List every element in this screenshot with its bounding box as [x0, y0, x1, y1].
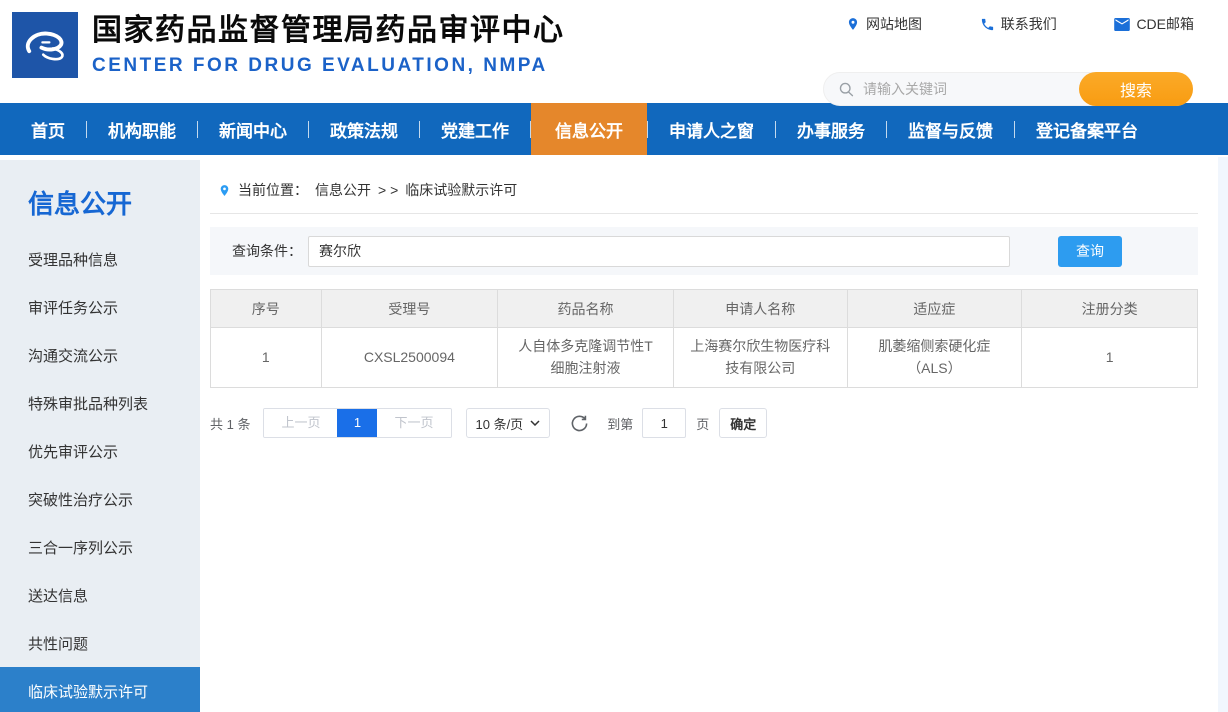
main-nav: 首页 机构职能 新闻中心 政策法规 党建工作 信息公开 申请人之窗 办事服务 监…: [0, 103, 1228, 155]
table-header-row: 序号 受理号 药品名称 申请人名称 适应症 注册分类: [210, 289, 1198, 328]
cell-serial: 1: [210, 327, 322, 388]
sidebar-item-accepted-products[interactable]: 受理品种信息: [0, 235, 200, 283]
breadcrumb-current: 临床试验默示许可: [405, 182, 518, 198]
location-pin-icon: [220, 184, 229, 196]
page-size-select[interactable]: 10 条/页: [465, 408, 551, 438]
pagination: 共 1 条 上一页 1 下一页 10 条/页 到第 页 确定: [210, 408, 1198, 438]
nav-item-services[interactable]: 办事服务: [776, 103, 886, 155]
cell-acceptance-number: CXSL2500094: [320, 327, 499, 388]
query-button[interactable]: 查询: [1058, 235, 1122, 267]
table-row: 1 CXSL2500094 人自体多克隆调节性T细胞注射液 上海赛尔欣生物医疗科…: [210, 327, 1198, 388]
breadcrumb-section[interactable]: 信息公开: [315, 180, 371, 200]
sidebar-item-delivery-info[interactable]: 送达信息: [0, 571, 200, 619]
nav-item-news[interactable]: 新闻中心: [198, 103, 308, 155]
query-label: 查询条件：: [232, 243, 302, 259]
sidebar-item-special-approval[interactable]: 特殊审批品种列表: [0, 379, 200, 427]
search-button[interactable]: 搜索: [1079, 71, 1193, 106]
sidebar-item-clinical-trial-implied-license[interactable]: 临床试验默示许可: [0, 667, 200, 712]
nav-item-policy[interactable]: 政策法规: [309, 103, 419, 155]
cell-registration-class: 1: [1021, 327, 1198, 388]
cell-drug-name: 人自体多克隆调节性T细胞注射液: [497, 327, 674, 388]
phone-icon: [981, 18, 993, 30]
quick-links: 网站地图 联系我们 CDE邮箱: [828, 14, 1198, 34]
next-page-button[interactable]: 下一页: [377, 409, 451, 437]
contact-label: 联系我们: [1000, 16, 1057, 32]
breadcrumb: 当前位置： 信息公开 > > 临床试验默示许可: [210, 180, 1198, 214]
logo-swoosh-icon: [25, 31, 64, 61]
goto-page-input[interactable]: [642, 408, 687, 438]
cell-applicant: 上海赛尔欣生物医疗科技有限公司: [672, 327, 848, 388]
cell-indication: 肌萎缩侧索硬化症（ALS）: [846, 327, 1023, 388]
col-indication: 适应症: [846, 289, 1023, 328]
sidebar-title: 信息公开: [28, 189, 133, 219]
query-bar: 查询条件： 查询: [210, 227, 1198, 275]
cde-mail-link[interactable]: CDE邮箱: [1114, 14, 1194, 34]
col-acceptance-number: 受理号: [320, 289, 499, 328]
confirm-button[interactable]: 确定: [719, 408, 768, 438]
cde-logo: [12, 12, 78, 78]
site-title-en: CENTER FOR DRUG EVALUATION, NMPA: [92, 55, 548, 76]
sidebar-item-review-tasks[interactable]: 审评任务公示: [0, 283, 200, 331]
col-registration-class: 注册分类: [1021, 289, 1198, 328]
nav-item-home[interactable]: 首页: [10, 103, 86, 155]
nav-item-party[interactable]: 党建工作: [420, 103, 530, 155]
scrollbar-track[interactable]: [1218, 157, 1228, 712]
map-pin-icon: [848, 18, 858, 30]
site-header: 国家药品监督管理局药品审评中心 CENTER FOR DRUG EVALUATI…: [0, 0, 1228, 106]
search-icon: [838, 81, 855, 98]
nav-item-info-disclosure[interactable]: 信息公开: [531, 103, 647, 155]
site-title-cn: 国家药品监督管理局药品审评中心: [92, 14, 565, 47]
nav-item-supervision[interactable]: 监督与反馈: [887, 103, 1014, 155]
total-count: 共 1 条: [210, 416, 251, 432]
nav-item-functions[interactable]: 机构职能: [87, 103, 197, 155]
nav-item-applicant-window[interactable]: 申请人之窗: [648, 103, 775, 155]
sidebar-item-breakthrough-therapy[interactable]: 突破性治疗公示: [0, 475, 200, 523]
goto-page-label: 到第: [607, 416, 634, 432]
cde-mail-label: CDE邮箱: [1136, 16, 1194, 32]
chevron-down-icon: [530, 420, 540, 426]
col-drug-name: 药品名称: [497, 289, 674, 328]
sidebar-item-priority-review[interactable]: 优先审评公示: [0, 427, 200, 475]
results-table: 序号 受理号 药品名称 申请人名称 适应症 注册分类 1 CXSL2500094…: [210, 289, 1198, 388]
sidebar-item-communication[interactable]: 沟通交流公示: [0, 331, 200, 379]
contact-link[interactable]: 联系我们: [980, 14, 1057, 34]
page-number-active[interactable]: 1: [337, 409, 378, 437]
query-input[interactable]: [308, 235, 1010, 267]
col-applicant: 申请人名称: [672, 289, 848, 328]
sidebar: 信息公开 受理品种信息 审评任务公示 沟通交流公示 特殊审批品种列表 优先审评公…: [0, 160, 200, 712]
mail-icon: [1114, 17, 1131, 31]
pager-group: 上一页 1 下一页: [263, 408, 452, 438]
prev-page-button[interactable]: 上一页: [264, 409, 338, 437]
sitemap-label: 网站地图: [866, 16, 922, 32]
col-serial: 序号: [210, 289, 322, 328]
breadcrumb-prefix: 当前位置：: [238, 182, 308, 198]
sidebar-item-common-issues[interactable]: 共性问题: [0, 619, 200, 667]
sitemap-link[interactable]: 网站地图: [846, 14, 922, 34]
site-search[interactable]: 请输入关键词 搜索: [823, 71, 1193, 106]
refresh-icon[interactable]: [570, 414, 589, 433]
nav-item-registration-platform[interactable]: 登记备案平台: [1015, 103, 1159, 155]
breadcrumb-separator: > >: [378, 182, 399, 198]
sidebar-item-three-in-one[interactable]: 三合一序列公示: [0, 523, 200, 571]
search-placeholder[interactable]: 请输入关键词: [863, 79, 1079, 99]
page-size-value: 10 条/页: [475, 416, 524, 432]
main-panel: 当前位置： 信息公开 > > 临床试验默示许可 查询条件： 查询 序号 受理号 …: [200, 160, 1228, 712]
goto-page-unit: 页: [696, 416, 710, 432]
